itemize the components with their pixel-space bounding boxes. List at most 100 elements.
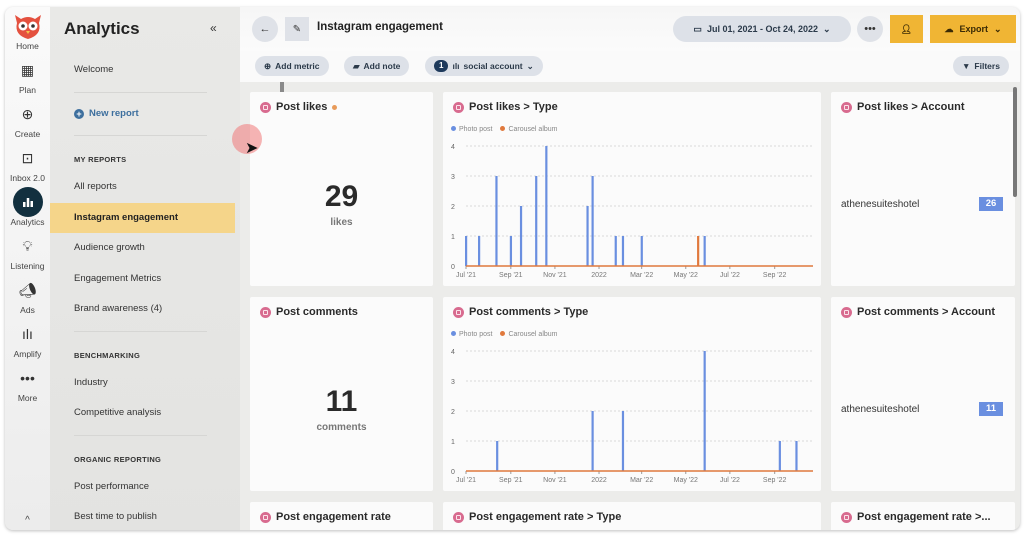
comments-type-chart: 0 1 2 3 4 Jul '21 Sep '21 Nov '21 2022 Mar '22 May… <box>451 349 813 484</box>
bar-photo-post <box>478 236 481 266</box>
y-tick-label: 1 <box>451 439 455 446</box>
rail-item-analytics[interactable]: Analytics <box>5 187 50 231</box>
metric-unit: likes <box>330 217 353 228</box>
nav-item-instagram-engagement[interactable]: Instagram engagement <box>50 202 235 233</box>
card-title: Post likes <box>260 101 338 113</box>
card-post-likes: Post likes 29 likes <box>250 92 433 286</box>
bar-photo-post <box>495 176 498 266</box>
nav-item-all-reports[interactable]: All reports <box>50 172 235 203</box>
y-tick-label: 2 <box>451 204 455 211</box>
bar-photo-post <box>519 206 523 266</box>
bar-photo-post <box>614 236 617 266</box>
export-label: Export <box>959 24 988 34</box>
collapse-panel-button[interactable]: « <box>210 21 217 35</box>
bar-photo-post <box>795 441 798 471</box>
social-account-selector[interactable]: 1 ılı social account ⌄ <box>425 56 543 76</box>
card-post-comments-type: Post comments > Type Photo post Carousel… <box>443 297 821 491</box>
filters-label: Filters <box>974 61 1000 71</box>
divider <box>74 330 207 332</box>
nav-item-competitive-analysis[interactable]: Competitive analysis <box>50 398 235 429</box>
nav-item-engagement-metrics[interactable]: Engagement Metrics <box>50 264 235 295</box>
bar-photo-post <box>778 441 781 471</box>
instagram-icon <box>453 306 464 318</box>
x-tick-label: Sep '22 <box>763 272 787 279</box>
megaphone-icon: 📣︎ <box>18 281 37 298</box>
y-tick-label: 4 <box>451 144 455 151</box>
y-tick-label: 1 <box>451 234 455 241</box>
bar-photo-post <box>496 441 499 471</box>
y-tick-label: 3 <box>451 174 455 181</box>
filters-button[interactable]: ▼ Filters <box>953 56 1009 76</box>
card-post-engagement-rate: Post engagement rate <box>250 502 433 530</box>
nav-item-audience-growth[interactable]: Audience growth <box>50 233 235 264</box>
more-icon: ••• <box>20 370 35 386</box>
instagram-icon <box>453 511 464 523</box>
account-name: athenesuiteshotel <box>841 404 920 415</box>
rail-item-inbox[interactable]: ⊡ Inbox 2.0 <box>5 143 50 187</box>
card-title: Post comments > Type <box>453 306 588 318</box>
x-tick-label: Jul '22 <box>720 272 740 279</box>
x-tick-label: Nov '21 <box>543 272 567 279</box>
nav-item-best-time[interactable]: Best time to publish <box>50 502 235 530</box>
card-title: Post engagement rate <box>260 511 391 523</box>
rail-item-home[interactable]: Home <box>5 7 50 55</box>
divider <box>74 434 207 436</box>
add-metric-button[interactable]: ⊕ Add metric <box>255 56 329 76</box>
main-scrollbar[interactable] <box>1013 87 1017 197</box>
report-nav: Welcome + New report MY REPORTS All repor… <box>50 55 235 530</box>
x-tick-label: Nov '21 <box>543 477 567 484</box>
account-value-badge: 26 <box>979 197 1003 211</box>
nav-item-brand-awareness[interactable]: Brand awareness (4) <box>50 294 235 325</box>
add-note-button[interactable]: ▰ Add note <box>344 56 410 76</box>
card-title: Post likes > Type <box>453 101 558 113</box>
more-options-button[interactable]: ••• <box>857 16 883 42</box>
instagram-icon <box>841 511 852 523</box>
chevron-up-icon[interactable]: ^ <box>25 515 30 526</box>
x-tick-label: Sep '21 <box>499 477 523 484</box>
rail-item-plan[interactable]: ▦ Plan <box>5 55 50 99</box>
bar-photo-post <box>545 146 548 266</box>
x-tick-label: Jul '21 <box>456 272 476 279</box>
y-tick-label: 0 <box>451 264 455 271</box>
x-tick-label: Mar '22 <box>630 272 653 279</box>
rail-item-ads[interactable]: 📣︎ Ads <box>5 275 50 319</box>
filter-icon: ▼ <box>962 61 971 71</box>
card-title-text: Post engagement rate > Type <box>469 511 622 523</box>
instagram-icon <box>841 101 852 113</box>
card-title-text: Post likes > Account <box>857 101 965 113</box>
share-user-button[interactable]: 👤︎ <box>890 15 923 43</box>
add-metric-label: Add metric <box>275 61 320 71</box>
date-range-value: Jul 01, 2021 - Oct 24, 2022 <box>706 24 819 34</box>
bar-photo-post <box>509 236 513 266</box>
report-main: ← ✎ Instagram engagement ▭ Jul 01, 2021 … <box>240 7 1020 530</box>
nav-item-welcome[interactable]: Welcome <box>50 55 235 86</box>
y-tick-label: 4 <box>451 349 455 356</box>
legend-carousel-album: Carousel album <box>500 126 557 133</box>
date-range-picker[interactable]: ▭ Jul 01, 2021 - Oct 24, 2022 ⌄ <box>673 16 851 42</box>
bar-photo-post <box>591 176 594 266</box>
new-report-link[interactable]: + New report <box>50 99 235 130</box>
edit-title-button[interactable]: ✎ <box>285 17 309 41</box>
x-tick-label: 2022 <box>591 477 607 484</box>
new-report-label: New report <box>89 107 139 119</box>
nav-item-industry[interactable]: Industry <box>50 368 235 399</box>
pencil-icon: ✎ <box>292 23 302 35</box>
card-title-text: Post comments <box>276 306 358 318</box>
back-button[interactable]: ← <box>252 16 278 42</box>
chevron-down-icon: ⌄ <box>993 23 1002 34</box>
nav-item-post-performance[interactable]: Post performance <box>50 472 235 503</box>
card-title-text: Post engagement rate >... <box>857 511 991 523</box>
more-icon: ••• <box>864 23 876 35</box>
card-post-likes-type: Post likes > Type Photo post Carousel al… <box>443 92 821 286</box>
x-tick-label: May '22 <box>674 477 698 484</box>
rail-item-amplify[interactable]: ılı Amplify <box>5 319 50 363</box>
plus-circle-icon: ⊕ <box>264 60 272 71</box>
rail-item-create[interactable]: ⊕ Create <box>5 99 50 143</box>
rail-item-listening[interactable]: 💡︎ Listening <box>5 231 50 275</box>
bar-photo-post <box>586 206 589 266</box>
legend-photo-post: Photo post <box>451 126 492 133</box>
account-count-badge: 1 <box>434 60 449 72</box>
export-button[interactable]: ☁ Export ⌄ <box>930 15 1016 43</box>
rail-item-more[interactable]: ••• More <box>5 363 50 407</box>
instagram-icon <box>453 101 464 113</box>
